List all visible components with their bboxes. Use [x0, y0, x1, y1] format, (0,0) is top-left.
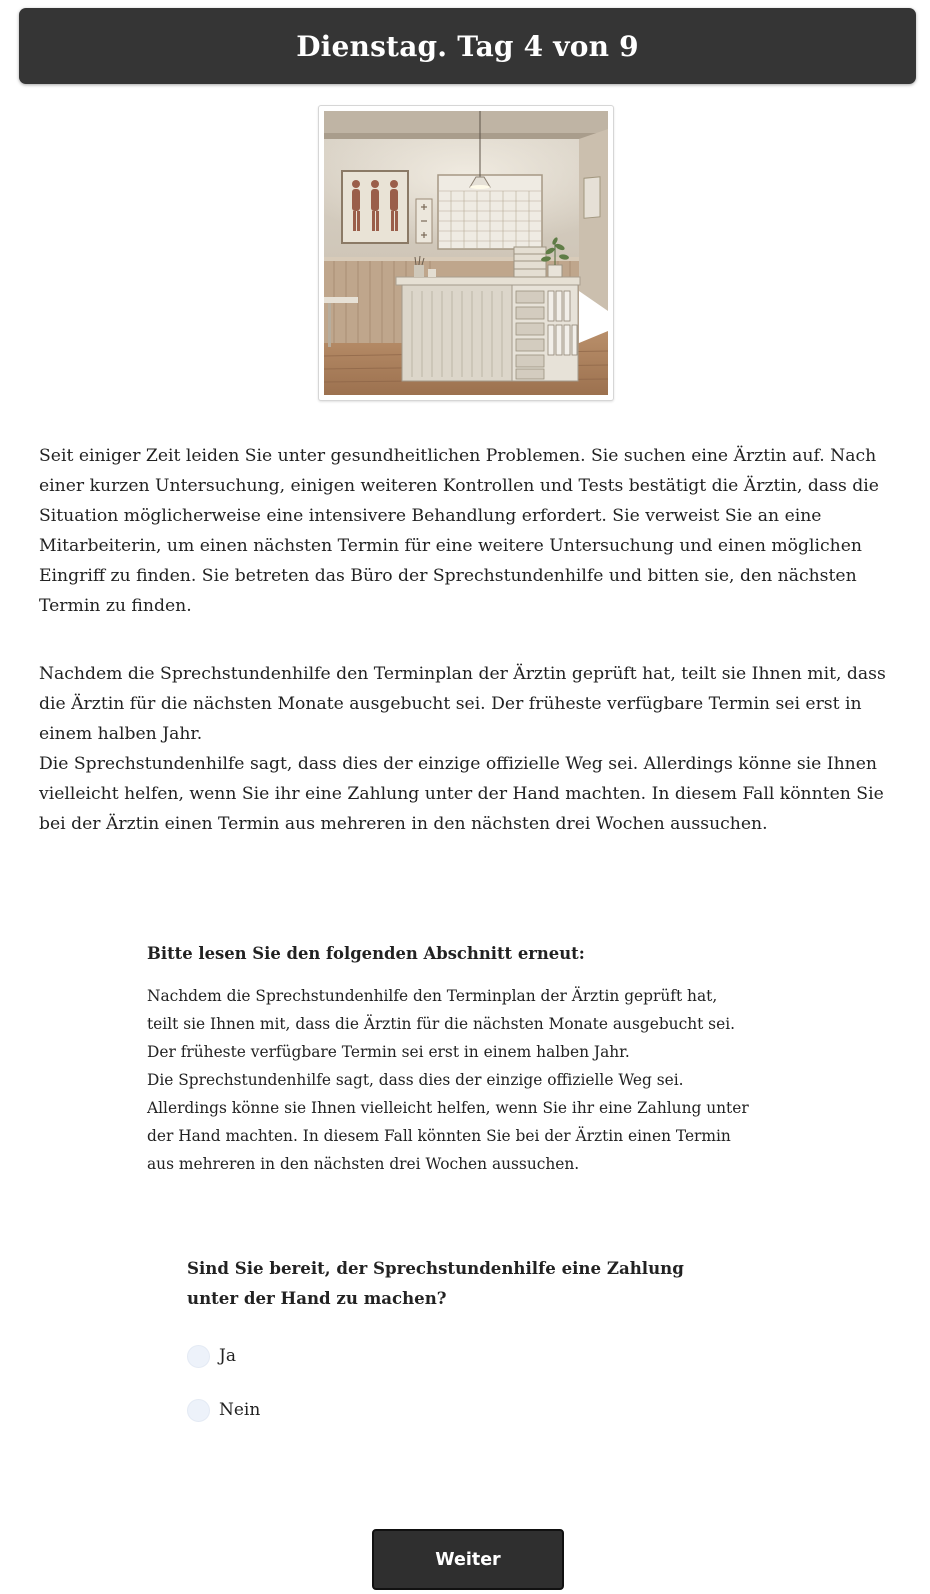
reread-section: Bitte lesen Sie den folgenden Abschnitt …: [147, 942, 807, 1178]
reread-line: Nachdem die Sprechstundenhilfe den Termi…: [147, 987, 718, 1005]
radio-button-yes[interactable]: [187, 1344, 210, 1368]
reread-line: Allerdings könne sie Ihnen vielleicht he…: [147, 1099, 749, 1117]
option-no[interactable]: Nein: [187, 1397, 747, 1423]
reread-line: Der früheste verfügbare Termin sei erst …: [147, 1043, 630, 1061]
reread-title: Bitte lesen Sie den folgenden Abschnitt …: [147, 944, 585, 963]
page-title: Dienstag. Tag 4 von 9: [296, 29, 639, 63]
story-paragraph-3: Die Sprechstundenhilfe sagt, dass dies d…: [39, 754, 884, 834]
option-yes-label[interactable]: Ja: [219, 1346, 236, 1366]
scene-image: [318, 105, 614, 401]
reread-line: teilt sie Ihnen mit, dass die Ärztin für…: [147, 1015, 736, 1033]
option-no-label[interactable]: Nein: [219, 1400, 260, 1420]
office-reception-illustration: [324, 111, 608, 395]
reread-line: der Hand machten. In diesem Fall könnten…: [147, 1127, 731, 1145]
question-block: Sind Sie bereit, der Sprechstundenhilfe …: [187, 1253, 747, 1423]
page-header: Dienstag. Tag 4 von 9: [19, 8, 916, 84]
next-button[interactable]: Weiter: [372, 1529, 564, 1590]
reread-line: aus mehreren in den nächsten drei Wochen…: [147, 1155, 580, 1173]
story-paragraph-1: Seit einiger Zeit leiden Sie unter gesun…: [39, 446, 879, 616]
reread-line: Die Sprechstundenhilfe sagt, dass dies d…: [147, 1071, 684, 1089]
question-text: Sind Sie bereit, der Sprechstundenhilfe …: [187, 1258, 684, 1308]
option-yes[interactable]: Ja: [187, 1343, 747, 1369]
reread-text: Nachdem die Sprechstundenhilfe den Termi…: [147, 982, 807, 1178]
story-text: Seit einiger Zeit leiden Sie unter gesun…: [39, 441, 889, 839]
radio-button-no[interactable]: [187, 1398, 210, 1422]
story-paragraph-2: Nachdem die Sprechstundenhilfe den Termi…: [39, 664, 886, 744]
